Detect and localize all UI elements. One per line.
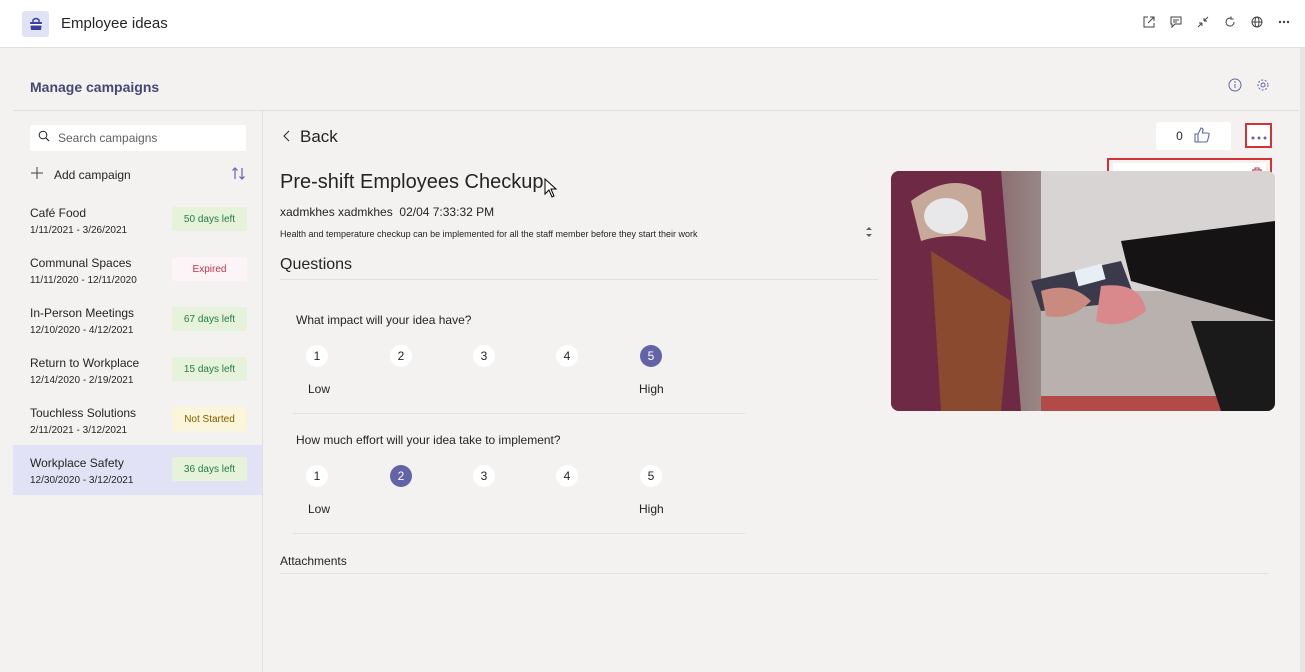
campaign-item-return-to-workplace[interactable]: Return to Workplace 12/14/2020 - 2/19/20… [13,345,262,395]
campaign-dates: 12/14/2020 - 2/19/2021 [30,375,134,386]
campaign-dates: 11/11/2020 - 12/11/2020 [30,275,137,286]
idea-description: Health and temperature checkup can be im… [280,229,698,239]
rating-option[interactable]: 4 [556,465,578,487]
question-text: What impact will your idea have? [296,313,472,327]
mouse-cursor-icon [544,177,558,203]
campaign-dates: 12/30/2020 - 3/12/2021 [30,475,134,486]
sidebar-divider [262,111,263,672]
more-icon[interactable] [1277,15,1291,29]
rating-option[interactable]: 2 [390,345,412,367]
rating-option-selected[interactable]: 5 [640,345,662,367]
rating-scale: 1 2 3 4 5 Low High [296,327,745,396]
campaign-name: In-Person Meetings [30,306,135,320]
info-icon[interactable] [1228,78,1242,97]
campaign-name: Workplace Safety [30,456,124,470]
like-button[interactable]: 0 [1156,122,1231,150]
status-badge: Expired [172,257,247,281]
campaign-name: Touchless Solutions [30,406,137,420]
rating-scale: 1 2 3 4 5 Low High [296,447,745,516]
back-label: Back [300,127,338,146]
chat-icon[interactable] [1169,15,1183,29]
idea-image [891,171,1275,411]
rating-option[interactable]: 1 [306,345,328,367]
top-bar: Employee ideas [0,0,1305,48]
header-divider [13,110,1299,111]
campaign-item-cafe-food[interactable]: Café Food 1/11/2021 - 3/26/2021 50 days … [13,195,262,245]
more-options-button[interactable] [1245,123,1272,148]
author-name: xadmkhes xadmkhes [280,205,393,219]
chevron-left-icon [283,127,291,147]
campaign-name: Return to Workplace [30,356,140,370]
scale-high-label: High [639,382,664,396]
app-title: Employee ideas [61,15,168,32]
idea-meta: xadmkhes xadmkhes 02/04 7:33:32 PM [280,205,494,219]
campaign-list: Café Food 1/11/2021 - 3/26/2021 50 days … [13,195,262,495]
scale-low-label: Low [308,502,331,516]
thumbs-up-icon [1193,126,1211,147]
question-divider [293,533,745,534]
timestamp: 02/04 7:33:32 PM [399,205,495,219]
page-scrollbar[interactable] [1300,48,1305,672]
scale-high-label: High [639,502,664,516]
search-input[interactable] [58,131,228,145]
question-impact: What impact will your idea have? 1 2 3 4… [296,313,745,396]
rating-option[interactable]: 5 [640,465,662,487]
campaign-item-communal-spaces[interactable]: Communal Spaces 11/11/2020 - 12/11/2020 … [13,245,262,295]
campaign-item-in-person-meetings[interactable]: In-Person Meetings 12/10/2020 - 4/12/202… [13,295,262,345]
page-title: Manage campaigns [30,79,160,95]
refresh-icon[interactable] [1223,15,1237,29]
add-campaign-label: Add campaign [54,167,131,182]
back-button[interactable]: Back [283,127,338,147]
status-badge: Not Started [172,407,247,431]
campaign-item-workplace-safety[interactable]: Workplace Safety 12/30/2020 - 3/12/2021 … [13,445,262,495]
campaign-item-touchless-solutions[interactable]: Touchless Solutions 2/11/2021 - 3/12/202… [13,395,262,445]
ellipsis-icon [1251,127,1267,145]
rating-option[interactable]: 3 [473,465,495,487]
status-badge: 36 days left [172,457,247,481]
question-divider [293,413,745,414]
rating-option[interactable]: 1 [306,465,328,487]
attachments-heading: Attachments [280,554,347,568]
sort-icon[interactable] [231,166,246,186]
like-count: 0 [1176,129,1183,143]
campaign-name: Café Food [30,206,87,220]
attachments-divider [280,573,1268,574]
collapse-icon[interactable] [1196,15,1210,29]
questions-heading: Questions [280,256,353,273]
campaign-dates: 1/11/2021 - 3/26/2021 [30,225,128,236]
rating-option[interactable]: 4 [556,345,578,367]
status-badge: 50 days left [172,207,247,231]
question-text: How much effort will your idea take to i… [296,433,561,447]
question-effort: How much effort will your idea take to i… [296,433,745,516]
status-badge: 15 days left [172,357,247,381]
rating-option-selected[interactable]: 2 [390,465,412,487]
questions-divider [280,279,878,280]
app-logo-icon [22,11,49,37]
campaign-name: Communal Spaces [30,256,132,270]
idea-title: Pre-shift Employees Checkup [280,171,544,193]
globe-icon[interactable] [1250,15,1264,29]
add-campaign-button[interactable]: Add campaign [30,166,131,183]
scale-low-label: Low [308,382,331,396]
search-icon [38,129,50,147]
status-badge: 67 days left [172,307,247,331]
rating-option[interactable]: 3 [473,345,495,367]
campaign-dates: 2/11/2021 - 3/12/2021 [30,425,128,436]
campaign-dates: 12/10/2020 - 4/12/2021 [30,325,134,336]
plus-icon [30,166,44,183]
text-scroll-arrows-icon[interactable] [864,224,874,245]
search-campaigns-box[interactable] [30,125,246,151]
settings-gear-icon[interactable] [1256,78,1270,97]
popout-icon[interactable] [1142,15,1156,29]
